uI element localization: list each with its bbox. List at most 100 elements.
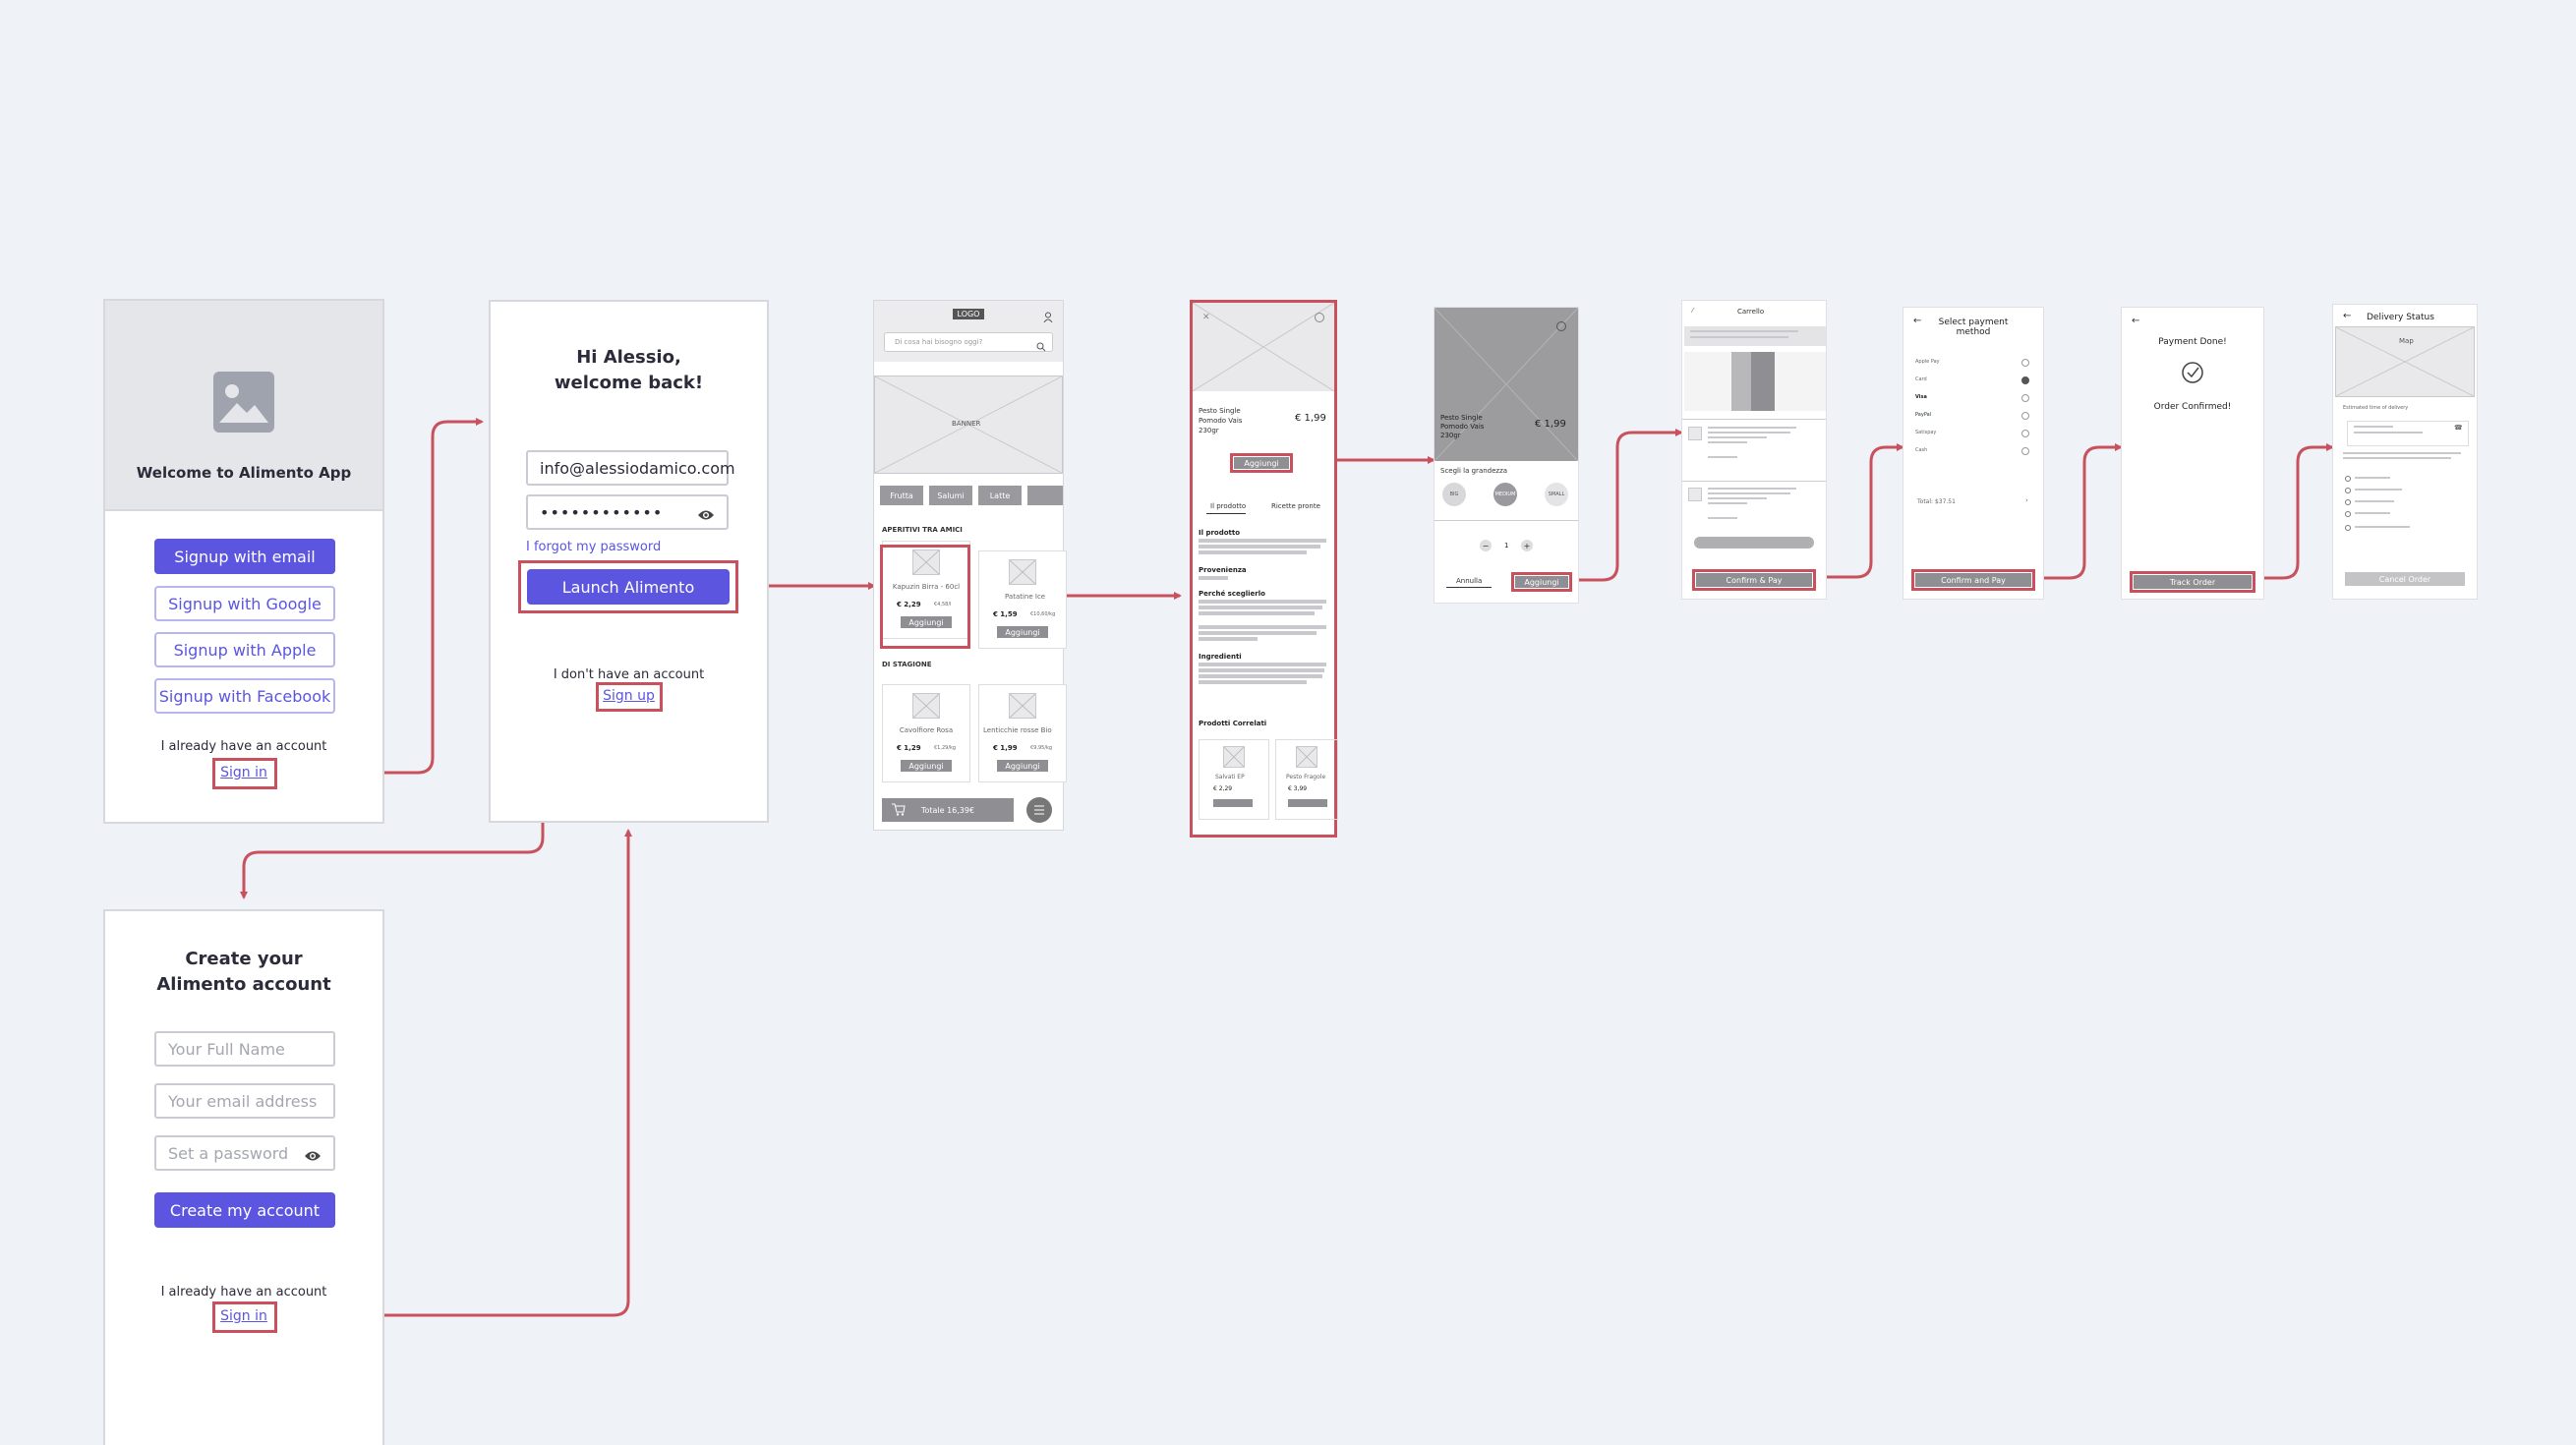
product-name-line2: Pomodo Vais bbox=[1440, 423, 1485, 431]
text-line bbox=[2343, 457, 2451, 459]
eye-icon[interactable] bbox=[304, 1147, 322, 1161]
payment-method-applepay[interactable]: Apple Pay bbox=[1915, 359, 1940, 365]
forgot-password-link[interactable]: I forgot my password bbox=[526, 540, 661, 554]
menu-fab[interactable] bbox=[1026, 797, 1052, 823]
product-weight: 230gr bbox=[1440, 432, 1461, 439]
signup-facebook-button[interactable]: Signup with Facebook bbox=[154, 678, 335, 714]
login-greeting-line1: Hi Alessio, bbox=[576, 347, 681, 368]
set-password-placeholder: Set a password bbox=[168, 1143, 289, 1163]
radio[interactable] bbox=[2021, 412, 2029, 420]
text-line bbox=[1708, 441, 1747, 443]
payment-total: Total: $37.51 bbox=[1917, 498, 1956, 505]
back-arrow-icon[interactable]: ← bbox=[2343, 311, 2351, 321]
cart-total-bar[interactable]: Totale 16,39€ bbox=[882, 798, 1014, 822]
password-field[interactable]: •••••••••••• bbox=[526, 494, 729, 530]
product-image bbox=[1223, 746, 1245, 768]
favorite-icon[interactable] bbox=[1556, 321, 1566, 331]
add-button[interactable]: Aggiungi bbox=[997, 760, 1048, 772]
add-button[interactable]: Aggiungi bbox=[901, 760, 952, 772]
user-icon[interactable] bbox=[1043, 309, 1053, 323]
text-line bbox=[1199, 631, 1317, 635]
login-greeting-line2: welcome back! bbox=[554, 373, 704, 393]
chip-salumi[interactable]: Salumi bbox=[929, 486, 972, 505]
product-unit-price: €9,95/kg bbox=[1030, 745, 1053, 751]
payment-method-visa[interactable]: Visa bbox=[1915, 394, 1927, 400]
text-line bbox=[1199, 600, 1326, 604]
logo-badge: LOGO bbox=[953, 309, 984, 319]
related-name: Salvati EP bbox=[1215, 774, 1245, 780]
set-password-field[interactable]: Set a password bbox=[154, 1135, 335, 1171]
tab-product[interactable]: Il prodotto bbox=[1210, 502, 1246, 510]
radio[interactable] bbox=[2021, 359, 2029, 367]
search-icon[interactable] bbox=[1036, 337, 1046, 356]
text-line bbox=[1199, 680, 1307, 684]
chip-frutta[interactable]: Frutta bbox=[880, 486, 923, 505]
cart-row[interactable] bbox=[1686, 423, 1824, 478]
cancel-button[interactable]: Annulla bbox=[1456, 577, 1482, 585]
payment-method-cash[interactable]: Cash bbox=[1915, 447, 1927, 453]
add-button[interactable] bbox=[1213, 799, 1253, 807]
payment-method-satispay[interactable]: Satispay bbox=[1915, 430, 1936, 435]
delete-action-alt[interactable] bbox=[1731, 352, 1751, 411]
check-circle-icon bbox=[2181, 361, 2204, 384]
chevron-right-icon[interactable]: › bbox=[2025, 496, 2028, 504]
favorite-icon[interactable] bbox=[1315, 313, 1324, 322]
plus-button[interactable]: + bbox=[1521, 540, 1533, 551]
signup-google-button[interactable]: Signup with Google bbox=[154, 586, 335, 621]
radio-selected[interactable] bbox=[2021, 376, 2029, 384]
related-card[interactable]: Salvati EP € 2,29 bbox=[1199, 739, 1269, 820]
more-pill[interactable] bbox=[1694, 537, 1814, 549]
text-line bbox=[2355, 512, 2390, 514]
radio[interactable] bbox=[2021, 447, 2029, 455]
cart-divider bbox=[1682, 419, 1826, 420]
radio[interactable] bbox=[2021, 430, 2029, 437]
payment-method-paypal[interactable]: PayPal bbox=[1915, 412, 1931, 418]
back-icon[interactable]: ⁄ bbox=[1692, 307, 1693, 315]
add-button[interactable]: Aggiungi bbox=[997, 626, 1048, 638]
launch-highlight bbox=[518, 560, 738, 613]
radio[interactable] bbox=[2021, 394, 2029, 402]
screen-delivery-status: ← Delivery Status Map Estimated time of … bbox=[2332, 304, 2478, 600]
payment-method-card[interactable]: Card bbox=[1915, 376, 1927, 382]
cart-row[interactable] bbox=[1686, 484, 1824, 539]
search-input[interactable]: Di cosa hai bisogno oggi? bbox=[884, 332, 1053, 352]
text-line bbox=[1708, 456, 1737, 458]
related-title: Prodotti Correlati bbox=[1199, 720, 1267, 727]
minus-button[interactable]: − bbox=[1480, 540, 1492, 551]
back-arrow-icon[interactable]: ← bbox=[2132, 316, 2139, 326]
text-line bbox=[1199, 668, 1324, 672]
product-image bbox=[1009, 559, 1036, 585]
text-line bbox=[1199, 637, 1258, 641]
screen-home: LOGO Di cosa hai bisogno oggi? BANNER Fr… bbox=[873, 300, 1067, 831]
signup-apple-button[interactable]: Signup with Apple bbox=[154, 632, 335, 667]
email-field[interactable]: info@alessiodamico.com bbox=[526, 450, 735, 486]
chip-latte[interactable]: Latte bbox=[978, 486, 1022, 505]
eye-icon[interactable] bbox=[697, 506, 715, 520]
signup-email-button[interactable]: Signup with email bbox=[154, 539, 335, 574]
phone-icon[interactable]: ☎ bbox=[2454, 424, 2463, 432]
delete-action[interactable] bbox=[1751, 352, 1775, 411]
close-icon[interactable]: ✕ bbox=[1202, 313, 1210, 322]
connector-done-to-delivery bbox=[2254, 443, 2334, 580]
create-account-button[interactable]: Create my account bbox=[154, 1192, 335, 1228]
payment-title-line1: Select payment bbox=[1938, 318, 2009, 327]
size-big[interactable]: BIG bbox=[1442, 483, 1466, 506]
section-why: Perché sceglierlo bbox=[1199, 590, 1265, 598]
tab-recipes[interactable]: Ricette pronte bbox=[1271, 502, 1320, 510]
text-line bbox=[1708, 502, 1747, 504]
size-small[interactable]: SMALL bbox=[1545, 483, 1568, 506]
product-card[interactable]: Cavolfiore Rosa € 1,29 €1,29/kg Aggiungi bbox=[882, 684, 970, 782]
timeline-dot bbox=[2345, 488, 2351, 493]
already-account-text: I already have an account bbox=[160, 739, 327, 754]
product-price: € 1,99 bbox=[1535, 419, 1566, 430]
chip-more[interactable] bbox=[1027, 486, 1063, 505]
full-name-field[interactable]: Your Full Name bbox=[154, 1031, 335, 1067]
product-card[interactable]: Patatine Ice € 1,59 €10,60/kg Aggiungi bbox=[978, 550, 1067, 649]
email-address-field[interactable]: Your email address bbox=[154, 1083, 335, 1119]
product-highlight bbox=[880, 545, 970, 649]
add-button[interactable] bbox=[1288, 799, 1327, 807]
cancel-order-button[interactable]: Cancel Order bbox=[2345, 572, 2465, 586]
product-card[interactable]: Lenticchie rosse Bio € 1,99 €9,95/kg Agg… bbox=[978, 684, 1067, 782]
size-medium[interactable]: MEDIUM bbox=[1493, 483, 1517, 506]
related-card[interactable]: Pesto Fragole € 3,99 bbox=[1275, 739, 1338, 820]
